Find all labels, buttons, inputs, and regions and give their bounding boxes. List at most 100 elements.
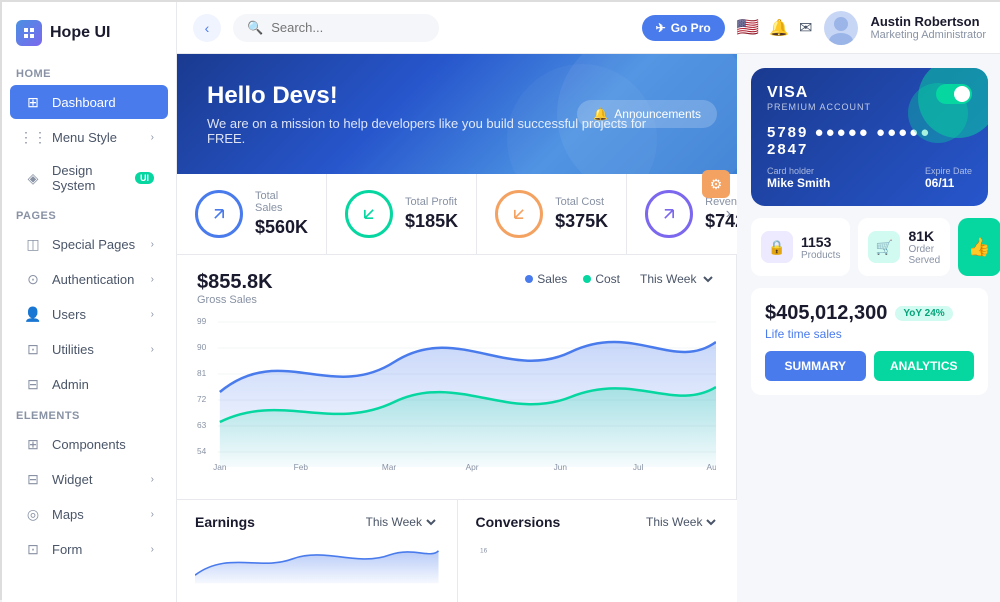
mail-icon[interactable]: ✉ [799,18,812,38]
sidebar-item-utilities[interactable]: ⊡ Utilities › [10,332,168,366]
stat-circle-profit [345,190,393,238]
hero-subtitle: We are on a mission to help developers l… [207,116,687,146]
chevron-right-icon: › [151,474,154,485]
logo-text: Hope UI [50,24,110,42]
svg-text:72: 72 [197,395,207,404]
form-icon: ⊡ [24,540,42,558]
lifetime-label: Life time sales [765,327,974,341]
sidebar-item-authentication[interactable]: ⊙ Authentication › [10,262,168,296]
stat-label: Total Sales [255,190,308,214]
period-select[interactable]: This Week Last Week This Month [636,271,716,287]
toggle-dot [954,86,970,102]
holder-name: Mike Smith [767,176,830,190]
stat-circle-cost [495,190,543,238]
design-system-icon: ◈ [24,169,42,187]
gross-amount: $855.8K [197,271,273,294]
orders-value: 81K [908,228,940,244]
svg-text:81: 81 [197,369,207,378]
stat-value: $185K [405,211,458,232]
visa-card: VISA PREMIUM ACCOUNT 5789 ●●●●● ●●●●● 28… [751,68,988,206]
sidebar-item-special-pages[interactable]: ◫ Special Pages › [10,227,168,261]
holder-label: Card holder [767,166,830,176]
sidebar-item-label: Dashboard [52,95,154,110]
header: ‹ 🔍 ✈ Go Pro 🇺🇸 🔔 ✉ Austin Robertson Mar… [177,2,1000,54]
ui-badge: UI [135,172,154,184]
flag-icon[interactable]: 🇺🇸 [737,17,759,38]
sidebar-item-label: Authentication [52,272,141,287]
notification-icon[interactable]: 🔔 [769,18,789,38]
sidebar-item-widget[interactable]: ⊟ Widget › [10,462,168,496]
main-content: ‹ 🔍 ✈ Go Pro 🇺🇸 🔔 ✉ Austin Robertson Mar… [177,2,1000,602]
svg-text:54: 54 [197,447,207,456]
chevron-right-icon: › [151,309,154,320]
line-chart: 99 90 81 72 63 54 [197,312,716,472]
chevron-right-icon: › [151,132,154,143]
stat-value: $375K [555,211,608,232]
sidebar-item-label: Utilities [52,342,141,357]
summary-button[interactable]: SUMMARY [765,351,866,381]
analytics-button[interactable]: ANALYTICS [874,351,975,381]
sidebar-item-design-system[interactable]: ◈ Design System UI [10,155,168,201]
sidebar-item-label: Design System [52,163,125,193]
svg-text:Feb: Feb [294,463,309,472]
svg-text:99: 99 [197,317,207,326]
earnings-period-select[interactable]: This Week [362,514,439,530]
sidebar-item-label: Widget [52,472,141,487]
chevron-right-icon: › [151,544,154,555]
sidebar-item-label: Menu Style [52,130,141,145]
components-icon: ⊞ [24,435,42,453]
stat-nav-arrow[interactable]: › [726,205,731,223]
special-pages-icon: ◫ [24,235,42,253]
sidebar-item-admin[interactable]: ⊟ Admin [10,367,168,401]
sidebar-item-label: Components [52,437,154,452]
conversions-card: Conversions This Week 16 [458,500,738,602]
search-input[interactable] [271,20,425,35]
maps-icon: ◎ [24,505,42,523]
user-name: Austin Robertson [870,14,986,29]
sidebar-item-label: Users [52,307,141,322]
center-panel: Hello Devs! We are on a mission to help … [177,54,737,602]
sidebar-item-maps[interactable]: ◎ Maps › [10,497,168,531]
sidebar-item-menu-style[interactable]: ⋮⋮ Menu Style › [10,120,168,154]
svg-text:Jul: Jul [633,463,644,472]
cost-legend: Cost [583,272,620,286]
sales-legend: Sales [525,272,567,286]
announcements-button[interactable]: 🔔 Announcements [577,100,717,128]
hero-title: Hello Devs! [207,82,707,110]
earnings-chart [195,538,439,588]
sidebar-item-label: Form [52,542,141,557]
go-pro-button[interactable]: ✈ Go Pro [642,15,725,41]
sidebar-section-home: Home [2,60,176,84]
bottom-row: Earnings This Week [177,499,737,602]
stat-mini-row: 🔒 1153 Products 🛒 81K Order Served [751,218,988,276]
visa-toggle[interactable] [936,84,972,104]
gross-sales-panel: $855.8K Gross Sales Sales Cost This Week [177,255,737,499]
go-pro-icon: ✈ [656,21,666,35]
stat-mini-orders: 🛒 81K Order Served [858,218,950,276]
logo: Hope UI [2,12,176,60]
sidebar-item-dashboard[interactable]: ⊞ Dashboard [10,85,168,119]
sidebar-section-elements: Elements [2,402,176,426]
lifetime-sales: $405,012,300 YoY 24% Life time sales SUM… [751,288,988,395]
orders-icon: 🛒 [868,231,900,263]
stat-value: $560K [255,217,308,238]
visa-type: PREMIUM ACCOUNT [767,102,871,112]
earnings-card: Earnings This Week [177,500,458,602]
body-area: Hello Devs! We are on a mission to help … [177,54,1000,602]
sidebar-item-users[interactable]: 👤 Users › [10,297,168,331]
utilities-icon: ⊡ [24,340,42,358]
visa-details: Card holder Mike Smith Expire Date 06/11 [767,166,972,190]
conversions-period-select[interactable]: This Week [642,514,719,530]
search-box: 🔍 [233,14,439,42]
search-icon: 🔍 [247,20,263,36]
dashboard-icon: ⊞ [24,93,42,111]
svg-text:Mar: Mar [382,463,397,472]
avatar [824,11,858,45]
stat-cards: Total Sales $560K Total Profit $185K [177,174,737,255]
sidebar-item-components[interactable]: ⊞ Components [10,427,168,461]
stat-card-total-sales: Total Sales $560K [177,174,327,254]
sidebar-item-label: Special Pages [52,237,141,252]
back-button[interactable]: ‹ [193,14,221,42]
svg-text:Jan: Jan [213,463,226,472]
sidebar-item-form[interactable]: ⊡ Form › [10,532,168,566]
